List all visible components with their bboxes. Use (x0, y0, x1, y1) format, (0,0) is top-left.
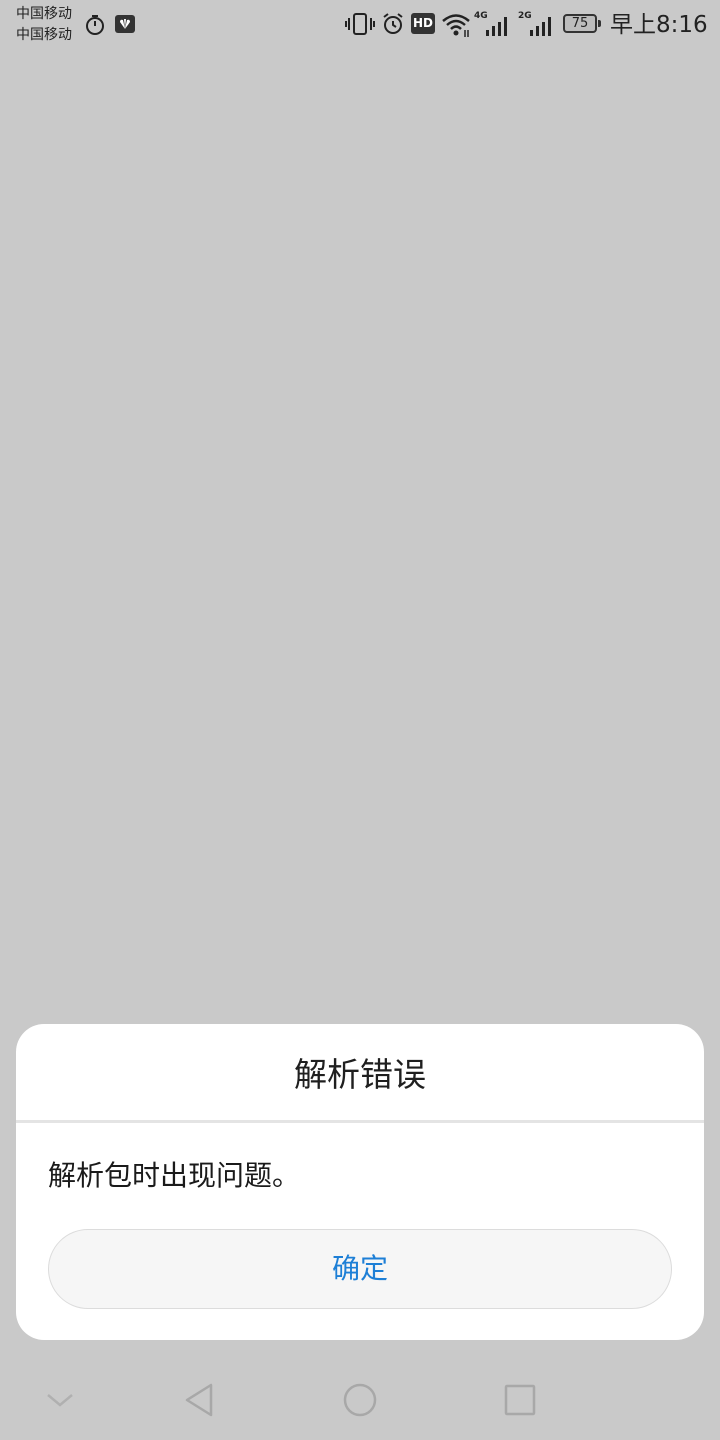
signal-icon (486, 17, 507, 36)
carrier-names: 中国移动 中国移动 (16, 4, 72, 46)
home-icon (343, 1383, 377, 1417)
navigation-bar (0, 1360, 720, 1440)
wifi-icon (442, 14, 470, 37)
carrier-2: 中国移动 (16, 27, 72, 43)
battery-icon: 75 (563, 14, 601, 33)
signal-icon (530, 17, 551, 36)
recent-apps-button[interactable] (500, 1380, 540, 1420)
home-button[interactable] (340, 1380, 380, 1420)
battery-level: 75 (571, 16, 589, 31)
back-button[interactable] (180, 1380, 220, 1420)
chevron-down-icon (47, 1394, 73, 1407)
huawei-icon (115, 15, 135, 33)
back-icon (185, 1383, 213, 1417)
status-clock: 早上8:16 (610, 12, 708, 38)
hide-nav-button[interactable] (40, 1380, 80, 1420)
dialog-message: 解析包时出现问题。 (48, 1159, 301, 1192)
confirm-button[interactable]: 确定 (48, 1229, 672, 1309)
parse-error-dialog: 解析错误 解析包时出现问题。 确定 (16, 1024, 704, 1340)
dialog-divider (16, 1120, 704, 1123)
recent-apps-icon (504, 1384, 536, 1416)
timer-icon (86, 15, 104, 35)
status-bar: 中国移动 中国移动 HD 4G 2G 75 早上8:16 (0, 0, 720, 50)
carrier-1: 中国移动 (16, 6, 72, 22)
alarm-icon (383, 13, 403, 34)
hd-badge: HD (411, 13, 435, 34)
dialog-title: 解析错误 (294, 1055, 426, 1094)
vibrate-icon (345, 13, 375, 35)
